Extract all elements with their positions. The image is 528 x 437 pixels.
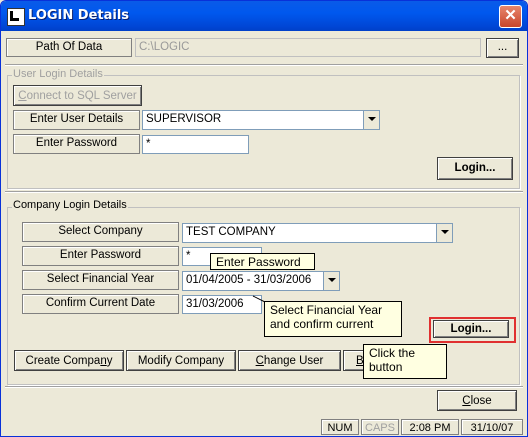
- user-login-group-title: User Login Details: [12, 68, 104, 80]
- path-of-data-field: C:\LOGIC: [135, 38, 481, 57]
- financial-year-value: 01/04/2005 - 31/03/2006: [186, 274, 312, 286]
- company-combo-value: TEST COMPANY: [186, 226, 276, 238]
- confirm-date-field[interactable]: 31/03/2006: [182, 295, 262, 314]
- create-company-label: Create Compa: [25, 355, 101, 367]
- company-password-label: Enter Password: [22, 246, 179, 266]
- user-password-label: Enter Password: [13, 134, 140, 154]
- select-company-label: Select Company: [22, 222, 179, 242]
- close-button-label: lose: [470, 395, 492, 407]
- login-window: LOGIN Details ✕ Path Of Data C:\LOGIC ..…: [0, 0, 528, 437]
- tooltip-financial-year: Select Financial Year and confirm curren…: [264, 301, 402, 337]
- chevron-down-icon[interactable]: [363, 111, 379, 129]
- user-password-field[interactable]: *: [142, 135, 249, 154]
- user-combo-value: SUPERVISOR: [146, 113, 222, 125]
- confirm-date-label: Confirm Current Date: [22, 294, 179, 314]
- enter-user-label: Enter User Details: [13, 110, 140, 130]
- change-user-label: hange User: [263, 355, 324, 367]
- chevron-down-icon[interactable]: [323, 272, 339, 290]
- window-title: LOGIN Details: [28, 8, 130, 23]
- path-of-data-label: Path Of Data: [6, 38, 132, 57]
- connect-u: C: [18, 90, 27, 102]
- company-login-group-title: Company Login Details: [12, 199, 128, 211]
- tooltip-enter-password: Enter Password: [210, 253, 315, 270]
- change-user-mnemonic: C: [255, 355, 264, 367]
- close-button[interactable]: Close: [437, 390, 517, 411]
- status-time: 2:08 PM: [401, 419, 459, 435]
- status-caps: CAPS: [361, 419, 399, 435]
- app-icon: [7, 8, 25, 26]
- change-user-button[interactable]: Change User: [238, 350, 341, 371]
- browse-button[interactable]: ...: [486, 38, 519, 58]
- financial-year-label: Select Financial Year: [22, 270, 179, 290]
- modify-company-button[interactable]: Modify Company: [126, 350, 236, 371]
- title-bar[interactable]: LOGIN Details ✕: [1, 1, 527, 31]
- company-login-button[interactable]: Login...: [433, 320, 509, 338]
- company-combo[interactable]: TEST COMPANY: [182, 223, 453, 243]
- connect-sql-button: Connect to SQL Server: [13, 85, 142, 106]
- status-num: NUM: [321, 419, 359, 435]
- close-icon[interactable]: ✕: [499, 5, 522, 28]
- create-company-button[interactable]: Create Company: [14, 350, 124, 371]
- chevron-down-icon[interactable]: [436, 224, 452, 242]
- tooltip-click-line2: button: [369, 360, 403, 374]
- create-company-suffix: y: [106, 355, 113, 367]
- tooltip-fy-line2: and confirm current: [270, 317, 374, 331]
- status-date: 31/10/07: [461, 419, 523, 435]
- close-button-mnemonic: C: [462, 395, 471, 407]
- connect-sql-label: onnect to SQL Server: [26, 90, 137, 102]
- tooltip-fy-line1: Select Financial Year: [270, 303, 383, 317]
- user-combo[interactable]: SUPERVISOR: [142, 110, 380, 130]
- tooltip-click-line1: Click the: [369, 346, 416, 360]
- user-login-button[interactable]: Login...: [437, 157, 513, 180]
- tooltip-click-button: Click the button: [363, 344, 447, 379]
- financial-year-combo[interactable]: 01/04/2005 - 31/03/2006: [182, 271, 340, 291]
